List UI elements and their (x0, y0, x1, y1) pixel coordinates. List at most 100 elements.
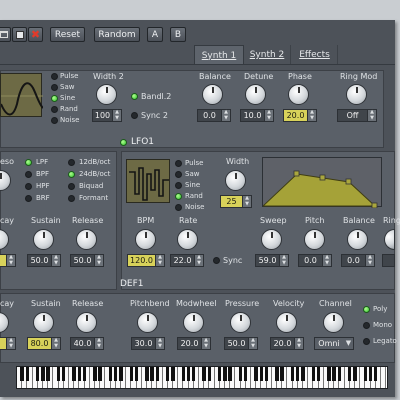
def1-release-value[interactable]: 40.0 ▲ ▼ (70, 337, 104, 350)
lfo1-wave-led-sine[interactable] (175, 182, 182, 189)
piano-black-key[interactable] (301, 367, 305, 381)
def1-release-knob[interactable] (76, 312, 97, 333)
piano-black-key[interactable] (171, 367, 175, 381)
piano-black-key[interactable] (374, 367, 378, 381)
piano-black-key[interactable] (327, 367, 331, 381)
piano-black-key[interactable] (93, 367, 97, 381)
piano-black-key[interactable] (25, 367, 29, 381)
piano-black-key[interactable] (228, 367, 232, 381)
lfo1-rate-value[interactable]: 22.0 ▲ ▼ (170, 254, 204, 267)
open-button[interactable] (0, 27, 11, 42)
piano-black-key[interactable] (244, 367, 248, 381)
random-button[interactable]: Random (94, 27, 140, 42)
piano-black-key[interactable] (108, 367, 113, 381)
piano-black-key[interactable] (46, 367, 50, 381)
pitchbend-knob[interactable] (137, 312, 158, 333)
piano-black-key[interactable] (72, 367, 76, 381)
piano-black-key[interactable] (264, 367, 269, 381)
filter-led-brf[interactable] (25, 195, 32, 202)
pitchbend-value[interactable]: 30.0 ▲ ▼ (131, 337, 165, 350)
piano-black-key[interactable] (202, 367, 206, 381)
lfo1-pitch-knob[interactable] (304, 229, 325, 250)
ringmod-select[interactable]: Off ▲ ▼ (337, 109, 377, 122)
filter-led-hpf[interactable] (25, 183, 32, 190)
reset-button[interactable]: Reset (50, 27, 85, 42)
mode-led-poly[interactable] (363, 306, 370, 313)
tab-effects[interactable]: Effects (292, 45, 338, 65)
filter-decay-value[interactable]: ▲ ▼ (0, 254, 16, 267)
piano-black-key[interactable] (296, 367, 300, 381)
filter-led-12db[interactable] (68, 159, 75, 166)
channel-select[interactable]: Omni ▼ (314, 337, 354, 350)
piano-black-key[interactable] (155, 367, 159, 381)
width2-knob[interactable] (96, 84, 117, 105)
b-button[interactable]: B (170, 27, 186, 42)
save-button[interactable] (12, 27, 27, 42)
balance-knob[interactable] (202, 84, 223, 105)
a-button[interactable]: A (147, 27, 163, 42)
filter-led-lpf[interactable] (25, 159, 32, 166)
piano-black-key[interactable] (129, 367, 133, 381)
piano-black-key[interactable] (332, 367, 336, 381)
piano-black-key[interactable] (316, 367, 321, 381)
piano-keyboard[interactable] (16, 366, 388, 389)
mode-led-legato[interactable] (363, 338, 370, 345)
lfo1-ring-value[interactable] (382, 254, 395, 267)
pressure-knob[interactable] (230, 312, 251, 333)
piano-black-key[interactable] (134, 367, 139, 381)
mode-led-mono[interactable] (363, 322, 370, 329)
piano-black-key[interactable] (166, 367, 170, 381)
lfo1-sweep-value[interactable]: 59.0 ▲ ▼ (255, 254, 289, 267)
velocity-value[interactable]: 20.0 ▲ ▼ (270, 337, 304, 350)
ringmod-knob[interactable] (346, 84, 367, 105)
detune-knob[interactable] (245, 84, 266, 105)
piano-black-key[interactable] (223, 367, 227, 381)
piano-black-key[interactable] (77, 367, 81, 381)
width2-value[interactable]: 100 ▲ ▼ (92, 109, 122, 122)
piano-black-key[interactable] (311, 367, 315, 381)
piano-black-key[interactable] (119, 367, 123, 381)
bandl2-led[interactable] (131, 93, 138, 100)
lfo1-balance-value[interactable]: 0.0 ▲ ▼ (341, 254, 375, 267)
piano-black-key[interactable] (290, 367, 295, 381)
piano-black-key[interactable] (337, 367, 341, 381)
lfo1-width-value[interactable]: 25 ▲ ▼ (220, 195, 252, 208)
filter-led-formant[interactable] (68, 195, 75, 202)
piano-black-key[interactable] (150, 367, 154, 381)
lfo1-wave-led-noise[interactable] (175, 204, 182, 211)
lfo1-envelope-display[interactable] (261, 157, 382, 209)
piano-black-key[interactable] (348, 367, 352, 381)
piano-black-key[interactable] (207, 367, 211, 381)
piano-black-key[interactable] (114, 367, 118, 381)
tab-synth1[interactable]: Synth 1 (194, 45, 244, 65)
velocity-knob[interactable] (276, 312, 297, 333)
piano-black-key[interactable] (20, 367, 24, 381)
piano-black-key[interactable] (41, 367, 45, 381)
lfo1-wave-led-pulse[interactable] (175, 160, 182, 167)
lfo1-sweep-knob[interactable] (261, 229, 282, 250)
lfo1-balance-knob[interactable] (347, 229, 368, 250)
lfo1-bpm-value[interactable]: 120.0 ▲ ▼ (127, 254, 165, 267)
piano-black-key[interactable] (275, 367, 279, 381)
def1-sustain-value[interactable]: 80.0 ▲ ▼ (27, 337, 61, 350)
lfo1-wave-led-rand[interactable] (175, 193, 182, 200)
piano-black-key[interactable] (280, 367, 284, 381)
sync2-led[interactable] (131, 112, 138, 119)
channel-knob[interactable] (323, 312, 344, 333)
piano-white-key[interactable] (381, 367, 387, 388)
balance-value[interactable]: 0.0 ▲ ▼ (197, 109, 231, 122)
detune-value[interactable]: 10.0 ▲ ▼ (240, 109, 274, 122)
tab-synth2[interactable]: Synth 2 (244, 45, 291, 65)
osc-wave-led-sine[interactable] (51, 95, 58, 102)
filter-led-24db[interactable] (68, 171, 75, 178)
modwheel-value[interactable]: 20.0 ▲ ▼ (177, 337, 211, 350)
filter-led-bpf[interactable] (25, 171, 32, 178)
lfo1-sync-led[interactable] (213, 257, 220, 264)
osc-wave-led-rand[interactable] (51, 106, 58, 113)
piano-black-key[interactable] (218, 367, 222, 381)
lfo1-wave-led-saw[interactable] (175, 171, 182, 178)
piano-black-key[interactable] (62, 367, 66, 381)
filter-release-knob[interactable] (76, 229, 97, 250)
filter-sustain-value[interactable]: 50.0 ▲ ▼ (27, 254, 61, 267)
piano-black-key[interactable] (36, 367, 40, 381)
